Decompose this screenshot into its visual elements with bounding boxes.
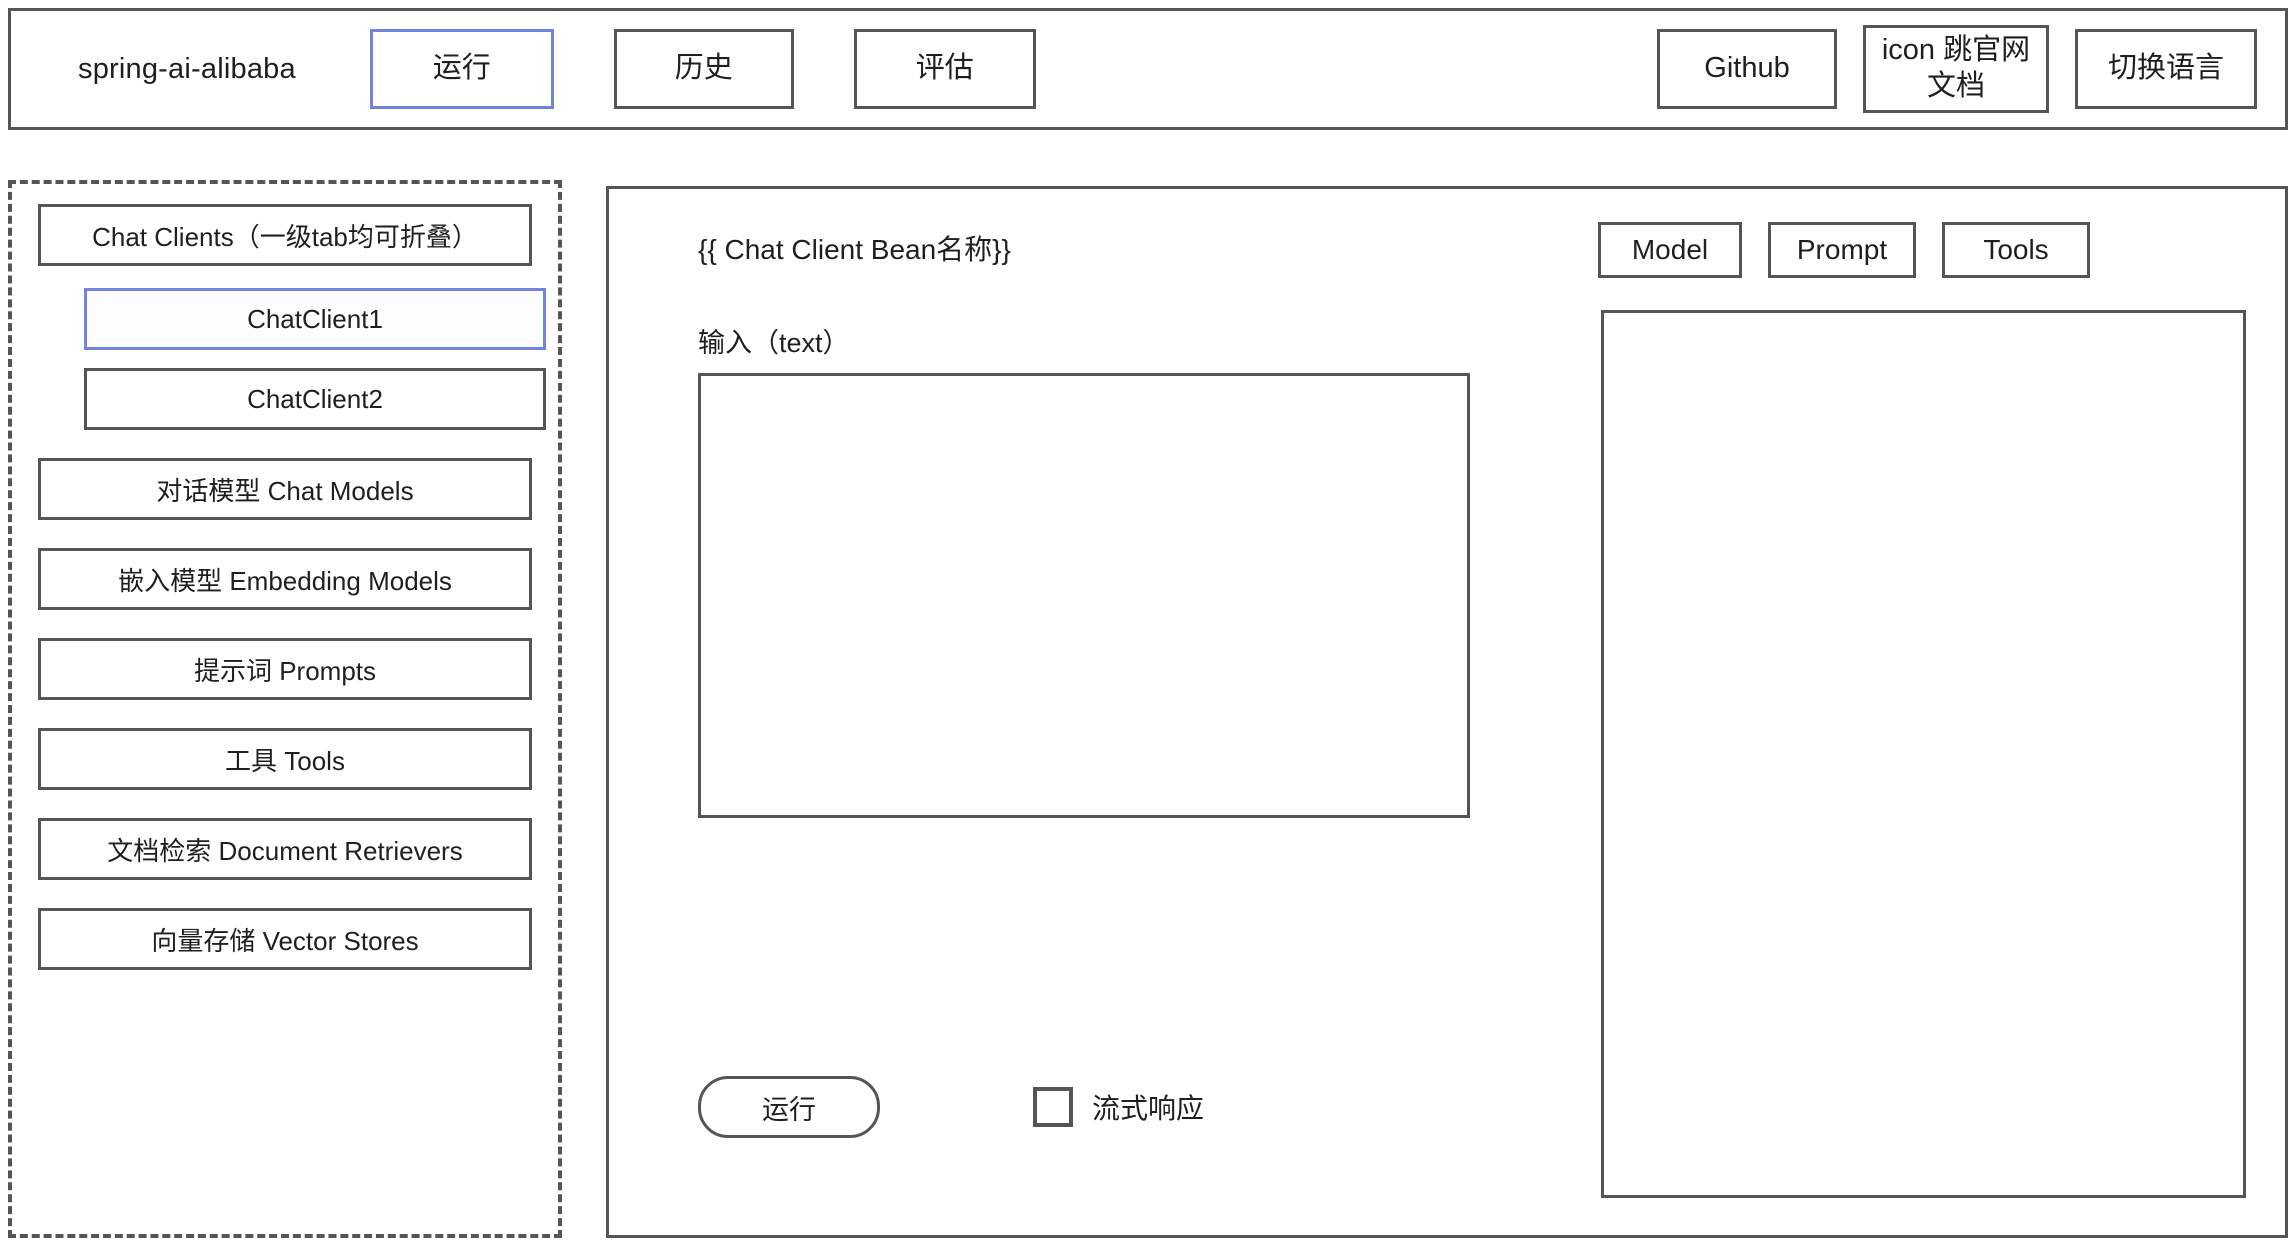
- app-brand-title: spring-ai-alibaba: [78, 52, 296, 85]
- stream-response-toggle[interactable]: 流式响应: [1033, 1087, 1204, 1127]
- sidebar-item-chatclient1[interactable]: ChatClient1: [84, 288, 546, 350]
- sidebar-item-prompts[interactable]: 提示词 Prompts: [38, 638, 532, 700]
- chat-client-run-column: {{ Chat Client Bean名称}} 输入（text） 运行 流式响应: [698, 189, 1498, 1235]
- configuration-output-column: Model Prompt Tools: [1488, 189, 2268, 1235]
- chat-client-bean-title: {{ Chat Client Bean名称}}: [698, 234, 1011, 265]
- sidebar-item-chat-clients[interactable]: Chat Clients（一级tab均可折叠）: [38, 204, 532, 266]
- sidebar-item-tools[interactable]: 工具 Tools: [38, 728, 532, 790]
- tab-evaluation[interactable]: 评估: [853, 29, 1036, 109]
- tab-run[interactable]: 运行: [369, 29, 554, 109]
- github-link-button[interactable]: Github: [1657, 29, 1837, 109]
- run-controls-row: 运行 流式响应: [698, 1076, 1204, 1138]
- sidebar-item-embedding-models[interactable]: 嵌入模型 Embedding Models: [38, 548, 532, 610]
- tab-prompt[interactable]: Prompt: [1768, 222, 1916, 278]
- main-content-panel: {{ Chat Client Bean名称}} 输入（text） 运行 流式响应…: [606, 186, 2288, 1238]
- tab-tools[interactable]: Tools: [1942, 222, 2090, 278]
- run-button[interactable]: 运行: [698, 1076, 880, 1138]
- sidebar-item-document-retrievers[interactable]: 文档检索 Document Retrievers: [38, 818, 532, 880]
- input-field-label: 输入（text）: [698, 328, 850, 358]
- config-tabs: Model Prompt Tools: [1598, 222, 2090, 278]
- sidebar-item-chatclient2[interactable]: ChatClient2: [84, 368, 546, 430]
- docs-button-line-2: 文档: [1926, 70, 1985, 102]
- official-docs-button[interactable]: icon 跳官网 文档: [1863, 25, 2049, 113]
- header-primary-tabs: 运行 历史 评估: [369, 29, 1036, 109]
- sidebar-item-vector-stores[interactable]: 向量存储 Vector Stores: [38, 908, 532, 970]
- output-response-panel[interactable]: [1601, 310, 2246, 1198]
- prompt-input-textarea[interactable]: [698, 373, 1470, 818]
- app-wireframe: spring-ai-alibaba 运行 历史 评估 Github icon 跳…: [0, 0, 2296, 1246]
- stream-response-checkbox[interactable]: [1033, 1087, 1073, 1127]
- stream-response-label: 流式响应: [1092, 1093, 1205, 1124]
- tab-history[interactable]: 历史: [613, 29, 794, 109]
- tab-model[interactable]: Model: [1598, 222, 1742, 278]
- app-header: spring-ai-alibaba 运行 历史 评估 Github icon 跳…: [8, 8, 2288, 130]
- docs-button-line-1: icon 跳官网: [1881, 34, 2031, 67]
- sidebar-navigation: Chat Clients（一级tab均可折叠） ChatClient1 Chat…: [8, 180, 562, 1238]
- switch-language-button[interactable]: 切换语言: [2075, 29, 2257, 109]
- header-utility-buttons: Github icon 跳官网 文档 切换语言: [1657, 25, 2257, 113]
- sidebar-item-chat-models[interactable]: 对话模型 Chat Models: [38, 458, 532, 520]
